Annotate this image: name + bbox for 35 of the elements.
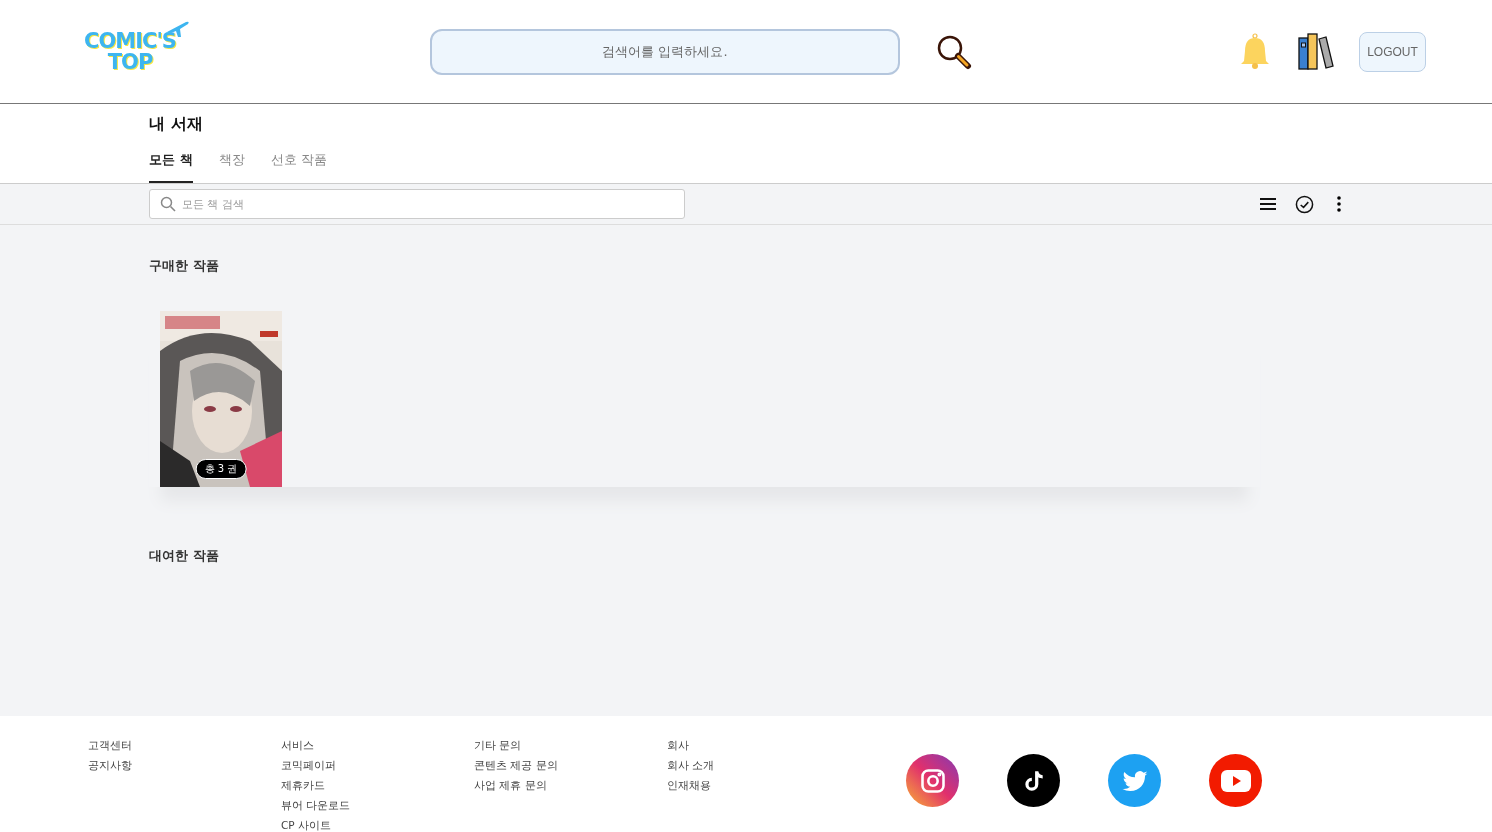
logo-text: COMIC'S	[84, 30, 176, 52]
bird-icon[interactable]	[1108, 754, 1161, 807]
page-title: 내 서재	[149, 114, 204, 135]
section-title: 대여한 작품	[149, 547, 220, 565]
footer-link[interactable]: 서비스	[281, 738, 474, 752]
search-field[interactable]: 검색어를 입력하세요.	[430, 28, 900, 75]
instagram-icon[interactable]	[906, 754, 959, 807]
tiktok-icon[interactable]	[1007, 754, 1060, 807]
books-icon[interactable]	[1297, 32, 1335, 71]
footer-link[interactable]: 회사 소개	[667, 758, 860, 772]
book-cover[interactable]: 총 3 권	[160, 311, 282, 487]
logout-button[interactable]: LOGOUT	[1359, 31, 1426, 72]
tab[interactable]: 책장	[218, 151, 245, 183]
footer-link[interactable]: 회사	[667, 738, 860, 752]
search-field[interactable]: 모든 책 검색	[149, 189, 685, 219]
menu-icon[interactable]	[1259, 197, 1277, 211]
footer-link[interactable]: 공지사항	[88, 758, 281, 772]
tab[interactable]: 선호 작품	[270, 151, 327, 183]
logo-text: TOP	[107, 51, 153, 73]
volume-count: 총 3 권	[195, 459, 247, 479]
footer-link[interactable]: 인재채용	[667, 778, 860, 792]
section-title: 구매한 작품	[149, 257, 220, 275]
check-circle-icon[interactable]	[1295, 194, 1314, 214]
footer-link[interactable]: 제휴카드	[281, 778, 474, 792]
footer-link[interactable]: 코믹페이퍼	[281, 758, 474, 772]
search-icon	[160, 196, 176, 212]
footer-link[interactable]: 사업 제휴 문의	[474, 778, 667, 792]
footer-link[interactable]: 콘텐츠 제공 문의	[474, 758, 667, 772]
footer-link[interactable]: 뷰어 다운로드	[281, 798, 474, 812]
footer-link[interactable]: CP 사이트	[281, 818, 474, 832]
youtube-icon[interactable]	[1209, 754, 1262, 807]
more-icon[interactable]	[1336, 196, 1342, 212]
footer-link[interactable]: 고객센터	[88, 738, 281, 752]
search-icon[interactable]	[936, 33, 972, 70]
footer-link[interactable]: 기타 문의	[474, 738, 667, 752]
